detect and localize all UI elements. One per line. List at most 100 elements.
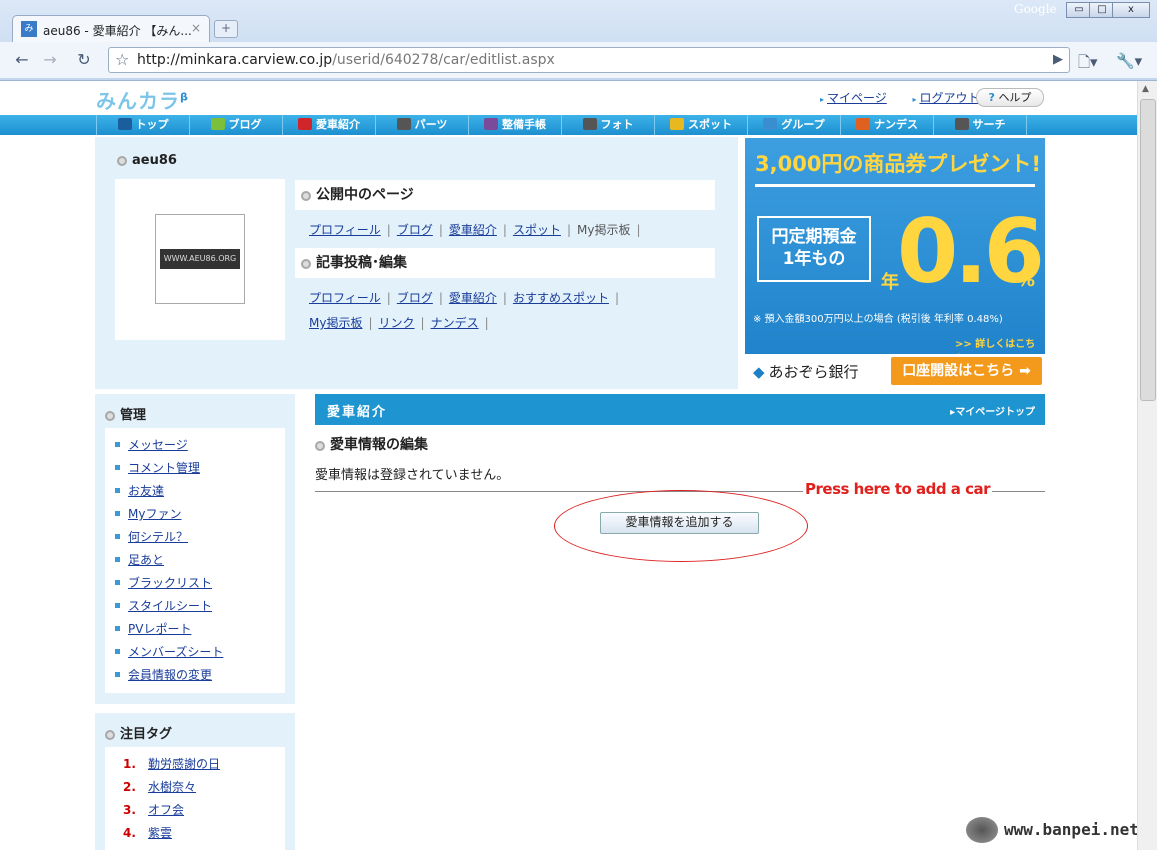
logout-link[interactable]: ログアウト	[919, 91, 979, 105]
sidebar-item-fans[interactable]: Myファン	[115, 505, 181, 522]
sidebar-item-pv-report[interactable]: PVレポート	[115, 620, 191, 637]
nav-blog[interactable]: ブログ	[189, 115, 282, 135]
username: aeu86	[117, 153, 177, 168]
edit-link-link[interactable]: リンク	[379, 316, 415, 330]
ad-divider	[755, 184, 1035, 187]
sidebar-list: メッセージ コメント管理 お友達 Myファン 何シテル？ 足あと ブラックリスト…	[105, 428, 285, 693]
sidebar-item-account[interactable]: 会員情報の変更	[115, 666, 212, 683]
edit-links-row1: プロフィール | ブログ | 愛車紹介 | おすすめスポット |	[309, 291, 619, 305]
wrench-menu-icon[interactable]: 🔧▾	[1116, 52, 1142, 70]
admin-sidebar: 管理 メッセージ コメント管理 お友達 Myファン 何シテル？ 足あと ブラック…	[95, 394, 295, 704]
ad-note: ※ 預入金額300万円以上の場合 (税引後 年利率 0.48%)	[753, 314, 1003, 325]
bullet-circle-icon	[105, 411, 115, 421]
new-tab-button[interactable]: +	[214, 20, 238, 38]
sidebar-item-friends[interactable]: お友達	[115, 482, 164, 499]
bullet-square-icon	[115, 649, 120, 654]
bullet-circle-icon	[105, 730, 115, 740]
sidebar-item-status[interactable]: 何シテル？	[115, 528, 188, 545]
bullet-circle-icon	[301, 191, 311, 201]
public-spot-link[interactable]: スポット	[513, 223, 561, 237]
bullet-circle-icon	[117, 156, 127, 166]
edit-heading: 記事投稿･編集	[295, 248, 715, 278]
triangle-icon: ▸	[912, 95, 917, 104]
mypage-link[interactable]: マイページ	[827, 91, 887, 105]
triangle-icon: ▸	[820, 95, 825, 104]
nav-car[interactable]: 愛車紹介	[282, 115, 375, 135]
bullet-circle-icon	[315, 441, 325, 451]
sidebar-item-footprints[interactable]: 足あと	[115, 551, 164, 568]
main-title: 愛車紹介	[327, 405, 388, 420]
nav-nandesu[interactable]: ナンデス	[840, 115, 933, 135]
bullet-square-icon	[115, 442, 120, 447]
nav-group[interactable]: グループ	[747, 115, 840, 135]
avatar-image: WWW.AEU86.ORG	[160, 249, 240, 269]
user-panel: aeu86 WWW.AEU86.ORG 公開中のページ プロフィール | ブログ | 愛…	[95, 137, 738, 389]
nav-maintenance[interactable]: 整備手帳	[468, 115, 561, 135]
avatar[interactable]: WWW.AEU86.ORG	[155, 214, 245, 304]
vertical-scrollbar[interactable]: ▲	[1137, 81, 1157, 850]
bullet-square-icon	[115, 465, 120, 470]
sidebar-item-stylesheet[interactable]: スタイルシート	[115, 597, 212, 614]
address-bar[interactable]: ☆ http://minkara.carview.co.jp/userid/64…	[108, 47, 1070, 73]
bullet-square-icon	[115, 557, 120, 562]
nav-parts[interactable]: パーツ	[375, 115, 468, 135]
go-icon[interactable]: ▶	[1053, 52, 1063, 67]
sidebar-item-message[interactable]: メッセージ	[115, 436, 188, 453]
bookmark-star-icon[interactable]: ☆	[115, 50, 129, 69]
bank-ad-banner[interactable]: 3,000円の商品券プレゼント! 円定期預金 1年もの 年 0.6 % ※ 預入金…	[745, 138, 1045, 388]
watermark-logo-icon	[966, 817, 998, 843]
nav-top[interactable]: トップ	[96, 115, 189, 135]
help-button[interactable]: ? ヘルプ	[976, 88, 1044, 107]
question-icon: ?	[988, 91, 995, 104]
avatar-box: WWW.AEU86.ORG	[115, 179, 285, 340]
url-text: http://minkara.carview.co.jp/userid/6402…	[137, 52, 555, 68]
close-window-button[interactable]: x	[1112, 2, 1150, 18]
tab-close-icon[interactable]: ×	[191, 21, 201, 35]
tags-list: 1. 勤労感謝の日 2. 水樹奈々 3. オフ会 4. 紫雲	[105, 747, 285, 850]
edit-car-link[interactable]: 愛車紹介	[449, 291, 497, 305]
browser-toolbar: ← → ↻ ☆ http://minkara.carview.co.jp/use…	[0, 42, 1157, 78]
mypage-top-link[interactable]: ▸マイページトップ	[950, 403, 1035, 418]
site-logo[interactable]: みんカラβ	[96, 85, 189, 114]
nav-search[interactable]: サーチ	[933, 115, 1027, 135]
public-car-link[interactable]: 愛車紹介	[449, 223, 497, 237]
page-content: みんカラβ ▸ マイページ ▸ ログアウト ? ヘルプ トップ ブログ 愛車紹介 パ…	[0, 81, 1137, 850]
sidebar-item-members-sheet[interactable]: メンバーズシート	[115, 643, 223, 660]
tag-item[interactable]: 1. 勤労感謝の日	[123, 755, 220, 772]
edit-nandesu-link[interactable]: ナンデス	[431, 316, 479, 330]
annotation-label: Press here to add a car	[803, 480, 993, 498]
ad-product-box: 円定期預金 1年もの	[757, 216, 871, 282]
bullet-square-icon	[115, 534, 120, 539]
ad-headline: 3,000円の商品券プレゼント!	[755, 152, 1042, 176]
edit-blog-link[interactable]: ブログ	[397, 291, 433, 305]
public-profile-link[interactable]: プロフィール	[309, 223, 381, 237]
forward-icon[interactable]: →	[40, 50, 60, 70]
bullet-square-icon	[115, 603, 120, 608]
blog-icon	[210, 118, 225, 130]
ad-cta-button[interactable]: 口座開設はこちら ➡	[891, 357, 1042, 385]
bullet-square-icon	[115, 626, 120, 631]
sidebar-item-comments[interactable]: コメント管理	[115, 459, 200, 476]
nav-spot[interactable]: スポット	[654, 115, 747, 135]
ad-bank-name: ◆ あおぞら銀行	[753, 363, 859, 381]
edit-spot-link[interactable]: おすすめスポット	[513, 291, 609, 305]
top-links: ▸ マイページ ▸ ログアウト	[820, 89, 979, 106]
bullet-circle-icon	[301, 259, 311, 269]
public-blog-link[interactable]: ブログ	[397, 223, 433, 237]
edit-board-link[interactable]: My掲示板	[309, 316, 362, 330]
tag-item[interactable]: 3. オフ会	[123, 801, 184, 818]
nav-photo[interactable]: フォト	[561, 115, 654, 135]
reload-icon[interactable]: ↻	[74, 50, 94, 70]
tag-item[interactable]: 2. 水樹奈々	[123, 778, 196, 795]
add-car-button[interactable]: 愛車情報を追加する	[600, 512, 759, 534]
edit-profile-link[interactable]: プロフィール	[309, 291, 381, 305]
scroll-up-icon[interactable]: ▲	[1142, 84, 1149, 94]
back-icon[interactable]: ←	[12, 50, 32, 70]
scrollbar-thumb[interactable]	[1140, 99, 1156, 401]
ad-footer: ◆ あおぞら銀行 口座開設はこちら ➡	[745, 354, 1045, 388]
tag-item[interactable]: 4. 紫雲	[123, 824, 172, 841]
browser-tab[interactable]: み aeu86 - 愛車紹介 【みん... ×	[12, 15, 210, 42]
ad-percent: %	[1017, 270, 1036, 291]
sidebar-item-blacklist[interactable]: ブラックリスト	[115, 574, 212, 591]
page-menu-icon[interactable]: 🗋▾	[1078, 52, 1098, 77]
